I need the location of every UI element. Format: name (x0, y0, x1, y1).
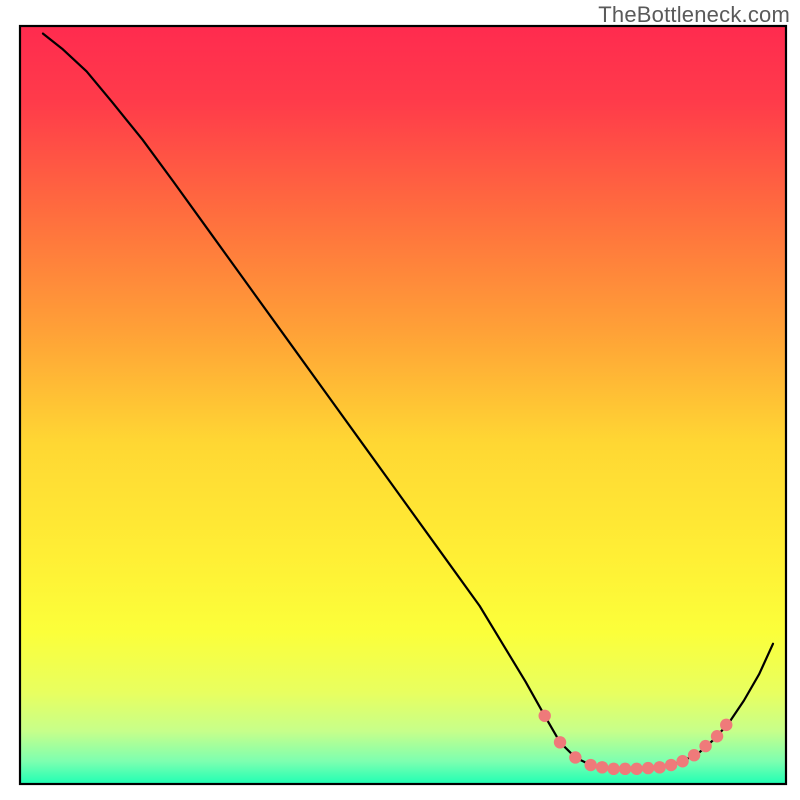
bottleneck-chart: TheBottleneck.com (0, 0, 800, 800)
marker-dot (539, 710, 551, 722)
marker-dot (720, 719, 732, 731)
marker-dot (676, 755, 688, 767)
marker-dot (630, 763, 642, 775)
watermark-text: TheBottleneck.com (598, 2, 790, 28)
marker-dot (699, 740, 711, 752)
chart-svg (0, 0, 800, 800)
marker-dot (711, 730, 723, 742)
marker-dot (619, 763, 631, 775)
marker-dot (607, 763, 619, 775)
marker-dot (596, 761, 608, 773)
marker-dot (688, 749, 700, 761)
marker-dot (653, 761, 665, 773)
marker-dot (665, 759, 677, 771)
marker-dot (642, 762, 654, 774)
marker-dot (584, 759, 596, 771)
marker-dot (554, 736, 566, 748)
plot-background (20, 26, 786, 784)
marker-dot (569, 751, 581, 763)
